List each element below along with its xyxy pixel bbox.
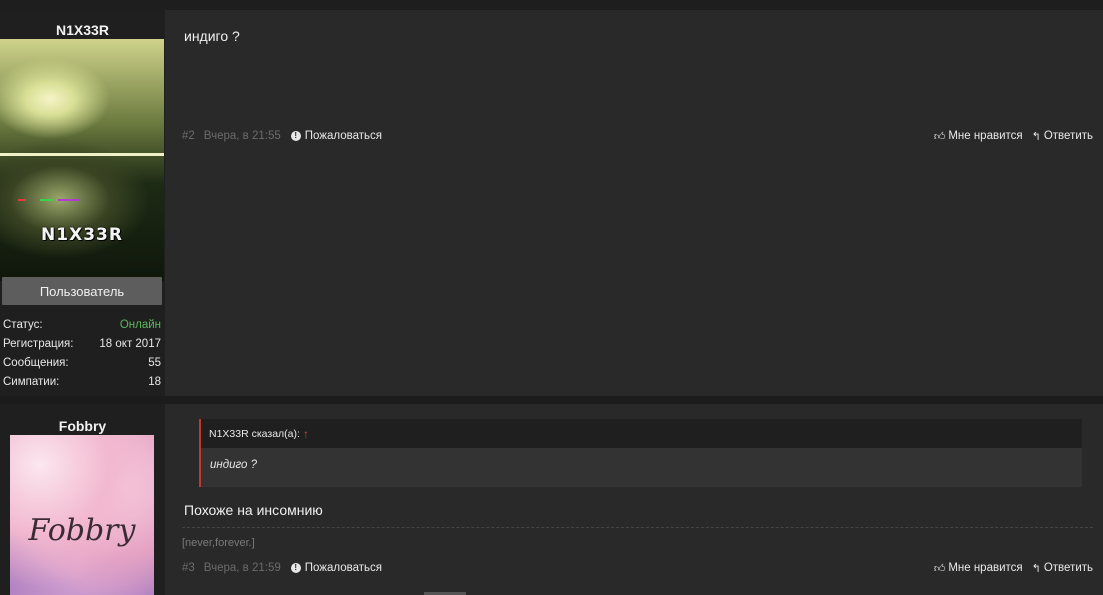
user-role-badge[interactable]: Пользователь	[2, 277, 162, 305]
stat-value: 18	[148, 376, 161, 388]
stat-row-likes: Симпатии: 18	[3, 375, 161, 394]
info-icon: !	[290, 131, 301, 141]
thumbs-up-icon: 👍︎	[933, 562, 946, 575]
user-avatar[interactable]: Fobbry	[10, 435, 154, 595]
signature-divider	[182, 527, 1093, 528]
quote-author: N1X33R сказал(а):	[209, 427, 300, 440]
username[interactable]: N1X33R	[0, 22, 165, 38]
report-label: Пожаловаться	[304, 562, 382, 574]
user-signature: [never,forever.]	[182, 537, 255, 549]
post-number[interactable]: #3	[182, 562, 195, 574]
post-message: индиго ?	[184, 28, 240, 44]
stat-value: 18 окт 2017	[99, 338, 161, 350]
post-message: Похоже на инсомнию	[184, 502, 323, 518]
user-sidebar: Fobbry Fobbry	[0, 404, 165, 595]
thumbs-up-icon: 👍︎	[933, 130, 946, 143]
post-separator	[0, 396, 1103, 404]
reply-label: Ответить	[1043, 562, 1093, 574]
user-sidebar: N1X33R N1X33R Пользователь Статус: Онлай…	[0, 10, 165, 396]
post-content: N1X33R сказал(а): ↑ индиго ? Похоже на и…	[165, 404, 1103, 595]
reply-button[interactable]: ↰ Ответить	[1032, 130, 1093, 143]
arrow-up-icon[interactable]: ↑	[303, 427, 309, 441]
report-link[interactable]: ! Пожаловаться	[290, 562, 382, 574]
stat-label: Регистрация:	[3, 338, 74, 350]
stat-row-status: Статус: Онлайн	[3, 318, 161, 337]
avatar-glitch	[18, 199, 26, 201]
stat-row-registration: Регистрация: 18 окт 2017	[3, 337, 161, 356]
reply-button[interactable]: ↰ Ответить	[1032, 562, 1093, 575]
stat-value[interactable]: 55	[148, 356, 161, 375]
avatar-logo-text: N1X33R	[41, 225, 123, 245]
post-number[interactable]: #2	[182, 130, 195, 142]
avatar-stripe	[0, 153, 164, 156]
like-button[interactable]: 👍︎ Мне нравится	[934, 562, 1023, 575]
post-meta-bar: #3 Вчера, в 21:59 ! Пожаловаться 👍︎ Мне …	[182, 560, 1093, 576]
stat-row-messages: Сообщения: 55	[3, 356, 161, 375]
user-avatar[interactable]: N1X33R	[0, 39, 164, 281]
user-stats: Статус: Онлайн Регистрация: 18 окт 2017 …	[3, 318, 161, 394]
like-label: Мне нравится	[948, 562, 1023, 574]
avatar-signature-text: Fobbry	[28, 513, 136, 548]
post-actions: 👍︎ Мне нравится ↰ Ответить	[925, 562, 1093, 575]
post-content: индиго ? #2 Вчера, в 21:55 ! Пожаловатьс…	[165, 10, 1103, 396]
like-label: Мне нравится	[948, 130, 1023, 142]
stat-label: Сообщения:	[3, 357, 69, 369]
forum-post: N1X33R N1X33R Пользователь Статус: Онлай…	[0, 10, 1103, 396]
post-date[interactable]: Вчера, в 21:55	[204, 130, 281, 142]
post-actions: 👍︎ Мне нравится ↰ Ответить	[925, 130, 1093, 143]
quote-text: индиго ?	[210, 459, 258, 471]
username[interactable]: Fobbry	[0, 418, 165, 434]
info-icon: !	[290, 563, 301, 573]
stat-value: Онлайн	[119, 319, 161, 331]
quote-header: N1X33R сказал(а): ↑	[201, 419, 1082, 448]
reply-icon: ↰	[1031, 562, 1041, 575]
forum-post: Fobbry Fobbry N1X33R сказал(а): ↑ индиго…	[0, 404, 1103, 595]
avatar-glitch	[58, 199, 80, 201]
stat-label: Симпатии:	[3, 376, 60, 388]
top-bar	[0, 0, 1103, 10]
reply-icon: ↰	[1031, 130, 1041, 143]
reply-label: Ответить	[1043, 130, 1093, 142]
post-date[interactable]: Вчера, в 21:59	[204, 562, 281, 574]
quote-block: N1X33R сказал(а): ↑ индиго ?	[199, 419, 1082, 487]
avatar-glitch	[40, 199, 54, 201]
stat-label: Статус:	[3, 319, 43, 331]
report-label: Пожаловаться	[304, 130, 382, 142]
post-meta-bar: #2 Вчера, в 21:55 ! Пожаловаться 👍︎ Мне …	[182, 128, 1093, 144]
like-button[interactable]: 👍︎ Мне нравится	[934, 130, 1023, 143]
report-link[interactable]: ! Пожаловаться	[290, 130, 382, 142]
